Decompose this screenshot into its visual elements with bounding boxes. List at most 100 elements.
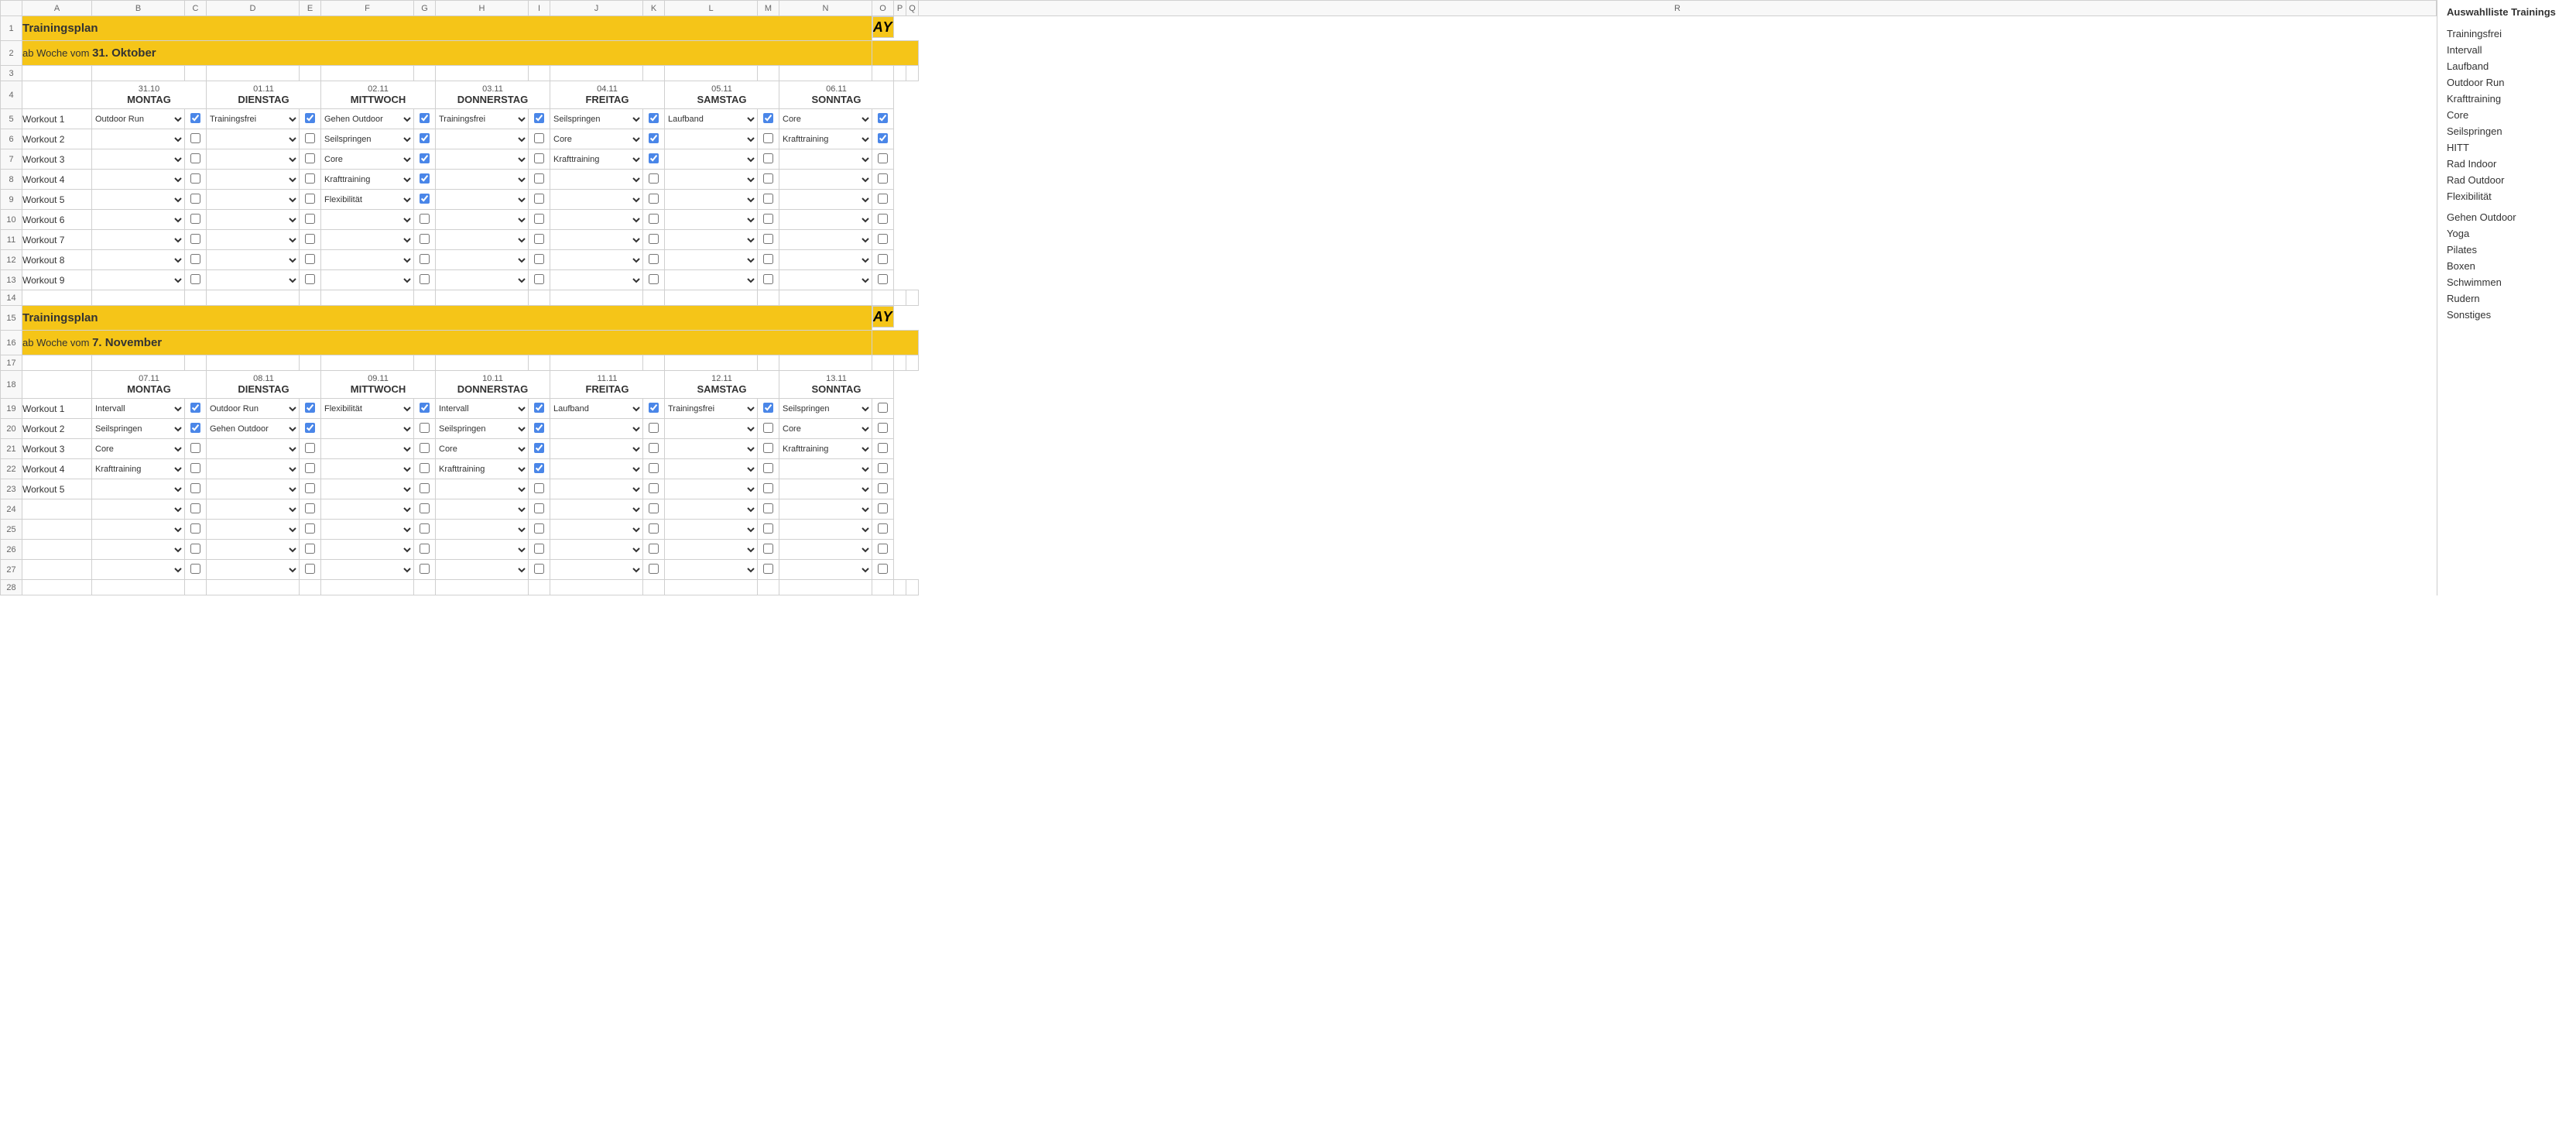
workout-checkbox[interactable]: [305, 544, 315, 554]
sidebar-item[interactable]: Rudern: [2447, 290, 2567, 307]
training-select[interactable]: TrainingsfreiIntervallLaufbandOutdoor Ru…: [779, 114, 872, 125]
training-select[interactable]: TrainingsfreiIntervallLaufbandOutdoor Ru…: [92, 403, 184, 414]
sidebar-item[interactable]: Outdoor Run: [2447, 74, 2567, 91]
workout-checkbox[interactable]: [305, 523, 315, 534]
training-select[interactable]: TrainingsfreiIntervallLaufbandOutdoor Ru…: [321, 134, 413, 145]
workout-checkbox[interactable]: [190, 214, 200, 224]
workout-checkbox[interactable]: [534, 523, 544, 534]
workout-checkbox[interactable]: [878, 274, 888, 284]
workout-checkbox[interactable]: [649, 483, 659, 493]
workout-checkbox[interactable]: [649, 564, 659, 574]
training-select[interactable]: TrainingsfreiIntervallLaufbandOutdoor Ru…: [779, 424, 872, 434]
workout-checkbox[interactable]: [649, 214, 659, 224]
workout-checkbox[interactable]: [534, 403, 544, 413]
training-select[interactable]: TrainingsfreiIntervallLaufbandOutdoor Ru…: [436, 564, 528, 575]
training-select[interactable]: TrainingsfreiIntervallLaufbandOutdoor Ru…: [665, 194, 757, 205]
training-select[interactable]: TrainingsfreiIntervallLaufbandOutdoor Ru…: [665, 154, 757, 165]
workout-checkbox[interactable]: [878, 423, 888, 433]
training-select[interactable]: TrainingsfreiIntervallLaufbandOutdoor Ru…: [436, 484, 528, 495]
workout-checkbox[interactable]: [420, 254, 430, 264]
workout-checkbox[interactable]: [763, 423, 773, 433]
training-select[interactable]: TrainingsfreiIntervallLaufbandOutdoor Ru…: [207, 194, 299, 205]
training-select[interactable]: TrainingsfreiIntervallLaufbandOutdoor Ru…: [550, 484, 642, 495]
workout-checkbox[interactable]: [763, 463, 773, 473]
training-select[interactable]: TrainingsfreiIntervallLaufbandOutdoor Ru…: [436, 424, 528, 434]
workout-checkbox[interactable]: [649, 133, 659, 143]
workout-checkbox[interactable]: [305, 214, 315, 224]
sidebar-item[interactable]: Schwimmen: [2447, 274, 2567, 290]
workout-checkbox[interactable]: [649, 153, 659, 163]
sidebar-item[interactable]: Flexibilität: [2447, 188, 2567, 204]
workout-checkbox[interactable]: [649, 443, 659, 453]
workout-checkbox[interactable]: [420, 544, 430, 554]
training-select[interactable]: TrainingsfreiIntervallLaufbandOutdoor Ru…: [779, 504, 872, 515]
training-select[interactable]: TrainingsfreiIntervallLaufbandOutdoor Ru…: [550, 275, 642, 286]
training-select[interactable]: TrainingsfreiIntervallLaufbandOutdoor Ru…: [665, 403, 757, 414]
workout-checkbox[interactable]: [649, 173, 659, 184]
workout-checkbox[interactable]: [190, 523, 200, 534]
training-select[interactable]: TrainingsfreiIntervallLaufbandOutdoor Ru…: [321, 235, 413, 245]
workout-checkbox[interactable]: [763, 234, 773, 244]
training-select[interactable]: TrainingsfreiIntervallLaufbandOutdoor Ru…: [321, 444, 413, 455]
workout-checkbox[interactable]: [649, 113, 659, 123]
sidebar-item[interactable]: Gehen Outdoor: [2447, 209, 2567, 225]
workout-checkbox[interactable]: [878, 214, 888, 224]
training-select[interactable]: TrainingsfreiIntervallLaufbandOutdoor Ru…: [779, 564, 872, 575]
workout-checkbox[interactable]: [190, 234, 200, 244]
workout-checkbox[interactable]: [763, 274, 773, 284]
workout-checkbox[interactable]: [420, 113, 430, 123]
workout-checkbox[interactable]: [763, 503, 773, 513]
workout-checkbox[interactable]: [649, 523, 659, 534]
training-select[interactable]: TrainingsfreiIntervallLaufbandOutdoor Ru…: [550, 424, 642, 434]
workout-checkbox[interactable]: [420, 503, 430, 513]
workout-checkbox[interactable]: [878, 173, 888, 184]
workout-checkbox[interactable]: [649, 234, 659, 244]
sidebar-item[interactable]: Laufband: [2447, 58, 2567, 74]
workout-checkbox[interactable]: [534, 463, 544, 473]
workout-checkbox[interactable]: [190, 463, 200, 473]
workout-checkbox[interactable]: [305, 173, 315, 184]
training-select[interactable]: TrainingsfreiIntervallLaufbandOutdoor Ru…: [436, 275, 528, 286]
training-select[interactable]: TrainingsfreiIntervallLaufbandOutdoor Ru…: [779, 444, 872, 455]
training-select[interactable]: TrainingsfreiIntervallLaufbandOutdoor Ru…: [436, 174, 528, 185]
training-select[interactable]: TrainingsfreiIntervallLaufbandOutdoor Ru…: [321, 114, 413, 125]
training-select[interactable]: TrainingsfreiIntervallLaufbandOutdoor Ru…: [436, 235, 528, 245]
training-select[interactable]: TrainingsfreiIntervallLaufbandOutdoor Ru…: [550, 114, 642, 125]
training-select[interactable]: TrainingsfreiIntervallLaufbandOutdoor Ru…: [207, 114, 299, 125]
training-select[interactable]: TrainingsfreiIntervallLaufbandOutdoor Ru…: [321, 464, 413, 475]
training-select[interactable]: TrainingsfreiIntervallLaufbandOutdoor Ru…: [321, 154, 413, 165]
workout-checkbox[interactable]: [763, 483, 773, 493]
training-select[interactable]: TrainingsfreiIntervallLaufbandOutdoor Ru…: [665, 524, 757, 535]
sidebar-item[interactable]: Yoga: [2447, 225, 2567, 242]
workout-checkbox[interactable]: [649, 463, 659, 473]
sidebar-item[interactable]: Intervall: [2447, 42, 2567, 58]
workout-checkbox[interactable]: [878, 483, 888, 493]
sidebar-item[interactable]: Seilspringen: [2447, 123, 2567, 139]
training-select[interactable]: TrainingsfreiIntervallLaufbandOutdoor Ru…: [779, 154, 872, 165]
workout-checkbox[interactable]: [649, 194, 659, 204]
training-select[interactable]: TrainingsfreiIntervallLaufbandOutdoor Ru…: [92, 174, 184, 185]
sidebar-item[interactable]: Boxen: [2447, 258, 2567, 274]
workout-checkbox[interactable]: [420, 564, 430, 574]
workout-checkbox[interactable]: [649, 423, 659, 433]
training-select[interactable]: TrainingsfreiIntervallLaufbandOutdoor Ru…: [550, 564, 642, 575]
workout-checkbox[interactable]: [305, 503, 315, 513]
training-select[interactable]: TrainingsfreiIntervallLaufbandOutdoor Ru…: [550, 214, 642, 225]
workout-checkbox[interactable]: [534, 483, 544, 493]
training-select[interactable]: TrainingsfreiIntervallLaufbandOutdoor Ru…: [207, 134, 299, 145]
training-select[interactable]: TrainingsfreiIntervallLaufbandOutdoor Ru…: [665, 114, 757, 125]
workout-checkbox[interactable]: [878, 564, 888, 574]
workout-checkbox[interactable]: [305, 274, 315, 284]
training-select[interactable]: TrainingsfreiIntervallLaufbandOutdoor Ru…: [436, 154, 528, 165]
workout-checkbox[interactable]: [649, 503, 659, 513]
workout-checkbox[interactable]: [420, 274, 430, 284]
workout-checkbox[interactable]: [534, 173, 544, 184]
workout-checkbox[interactable]: [420, 423, 430, 433]
training-select[interactable]: TrainingsfreiIntervallLaufbandOutdoor Ru…: [779, 235, 872, 245]
training-select[interactable]: TrainingsfreiIntervallLaufbandOutdoor Ru…: [436, 214, 528, 225]
training-select[interactable]: TrainingsfreiIntervallLaufbandOutdoor Ru…: [550, 403, 642, 414]
workout-checkbox[interactable]: [763, 443, 773, 453]
training-select[interactable]: TrainingsfreiIntervallLaufbandOutdoor Ru…: [92, 524, 184, 535]
workout-checkbox[interactable]: [878, 113, 888, 123]
training-select[interactable]: TrainingsfreiIntervallLaufbandOutdoor Ru…: [550, 544, 642, 555]
